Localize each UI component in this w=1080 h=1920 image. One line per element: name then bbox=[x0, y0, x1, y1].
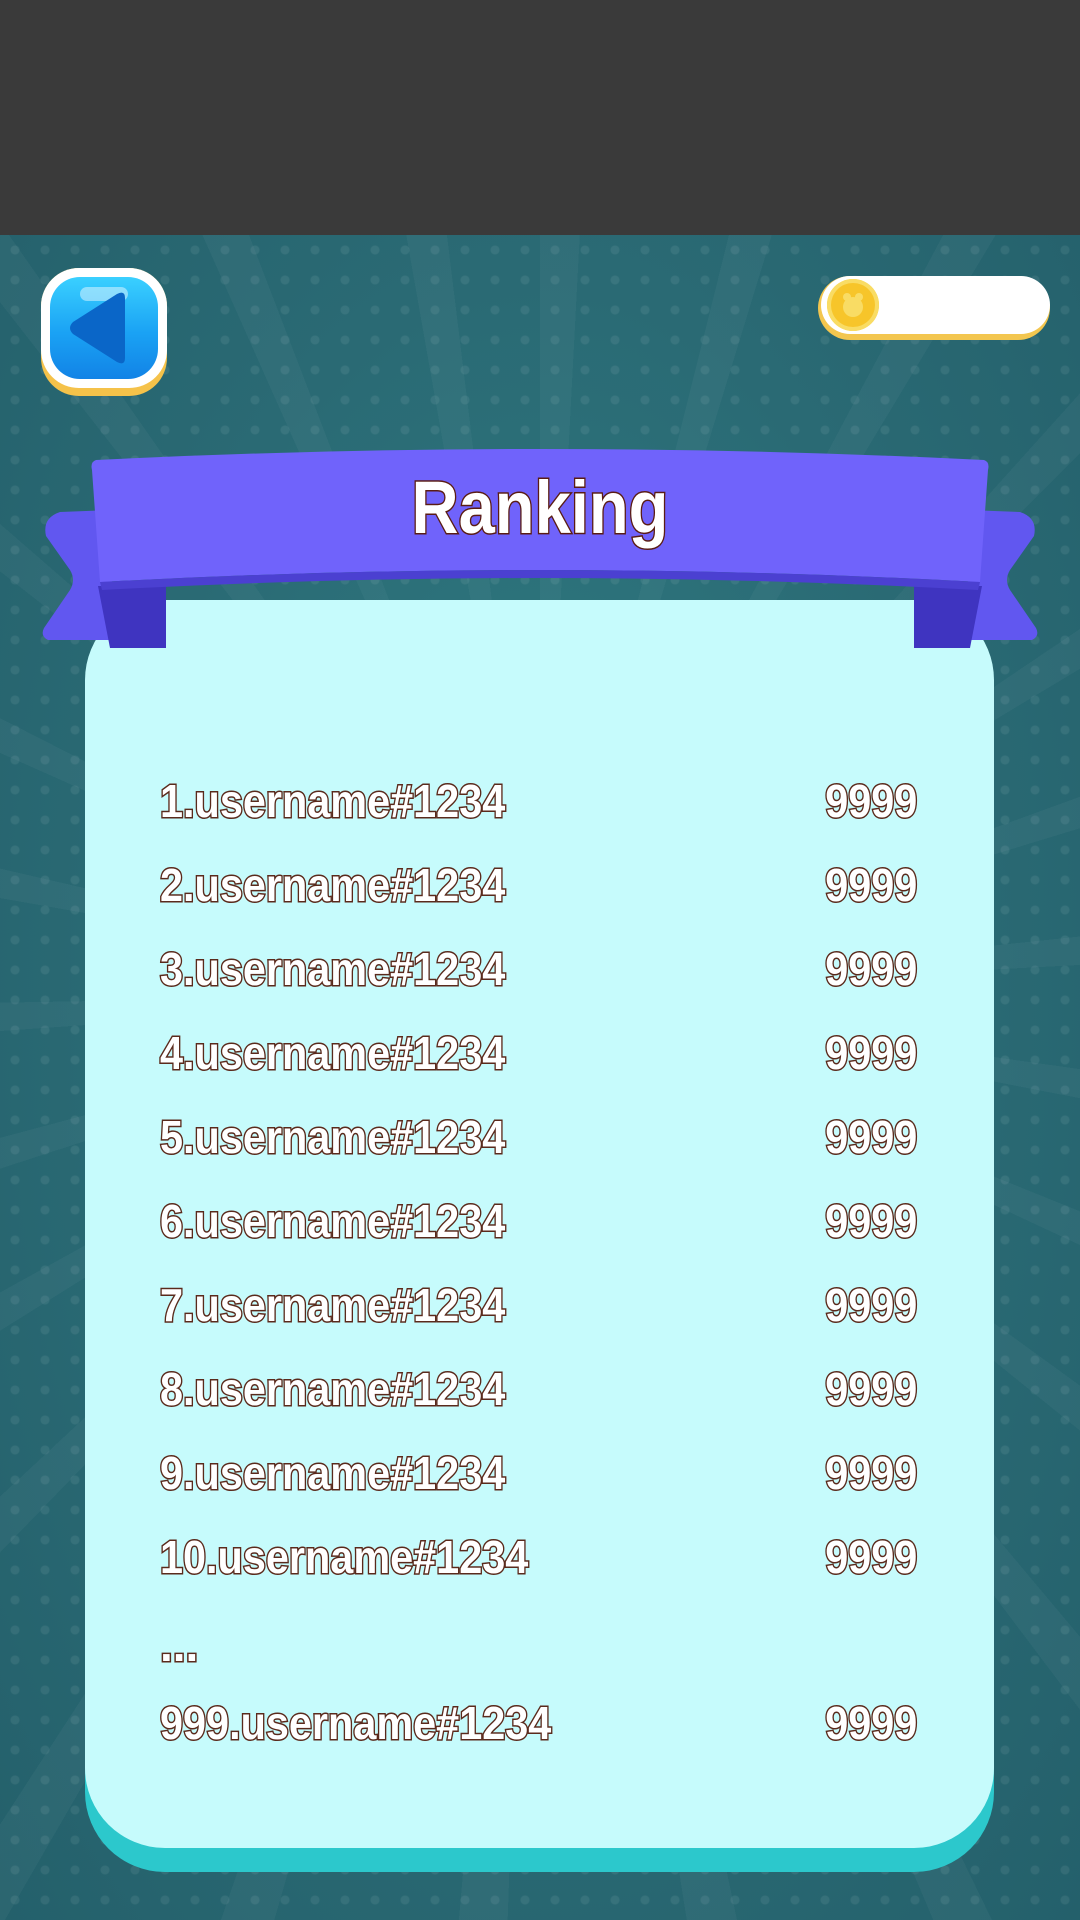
coin-counter bbox=[818, 276, 1050, 340]
list-ellipsis: ... bbox=[158, 1618, 199, 1673]
back-button[interactable] bbox=[41, 268, 167, 396]
ranking-row-score: 9999 bbox=[824, 1110, 919, 1165]
ranking-row: 7.username#1234 9999 bbox=[159, 1278, 919, 1338]
ranking-row-label: 8.username#1234 bbox=[159, 1362, 507, 1417]
page-title: Ranking bbox=[410, 465, 670, 551]
ranking-row-score: 9999 bbox=[824, 1026, 919, 1081]
ranking-row: 6.username#1234 9999 bbox=[159, 1194, 919, 1254]
ranking-row-label: 9.username#1234 bbox=[159, 1446, 507, 1501]
ranking-row-label: 2.username#1234 bbox=[159, 858, 507, 913]
top-bar bbox=[0, 0, 1080, 235]
back-arrow-icon bbox=[70, 292, 125, 364]
ranking-row-label: 4.username#1234 bbox=[159, 1026, 507, 1081]
self-rank-label: 999.username#1234 bbox=[159, 1696, 553, 1751]
ranking-row-label: 3.username#1234 bbox=[159, 942, 507, 997]
ranking-row: 2.username#1234 9999 bbox=[159, 858, 919, 918]
ranking-row-label: 10.username#1234 bbox=[159, 1530, 530, 1585]
ranking-row: 5.username#1234 9999 bbox=[159, 1110, 919, 1170]
ranking-row-score: 9999 bbox=[824, 1362, 919, 1417]
ranking-row: 8.username#1234 9999 bbox=[159, 1362, 919, 1422]
coin-icon bbox=[827, 279, 879, 331]
self-rank-score: 9999 bbox=[824, 1696, 919, 1751]
ranking-row-score: 9999 bbox=[824, 858, 919, 913]
ranking-row-score: 9999 bbox=[824, 1530, 919, 1585]
ranking-row: 9.username#1234 9999 bbox=[159, 1446, 919, 1506]
ranking-row-label: 7.username#1234 bbox=[159, 1278, 507, 1333]
ranking-row-score: 9999 bbox=[824, 774, 919, 829]
ranking-row: 3.username#1234 9999 bbox=[159, 942, 919, 1002]
ranking-row-label: 1.username#1234 bbox=[159, 774, 507, 829]
ranking-row: 4.username#1234 9999 bbox=[159, 1026, 919, 1086]
ranking-row-score: 9999 bbox=[824, 942, 919, 997]
ranking-row-score: 9999 bbox=[824, 1194, 919, 1249]
ranking-row: 1.username#1234 9999 bbox=[159, 774, 919, 834]
ranking-row-score: 9999 bbox=[824, 1278, 919, 1333]
ranking-row: 10.username#1234 9999 bbox=[159, 1530, 919, 1590]
self-rank-row: 999.username#1234 9999 bbox=[159, 1696, 919, 1756]
ranking-row-score: 9999 bbox=[824, 1446, 919, 1501]
ranking-row-label: 5.username#1234 bbox=[159, 1110, 507, 1165]
ranking-row-label: 6.username#1234 bbox=[159, 1194, 507, 1249]
